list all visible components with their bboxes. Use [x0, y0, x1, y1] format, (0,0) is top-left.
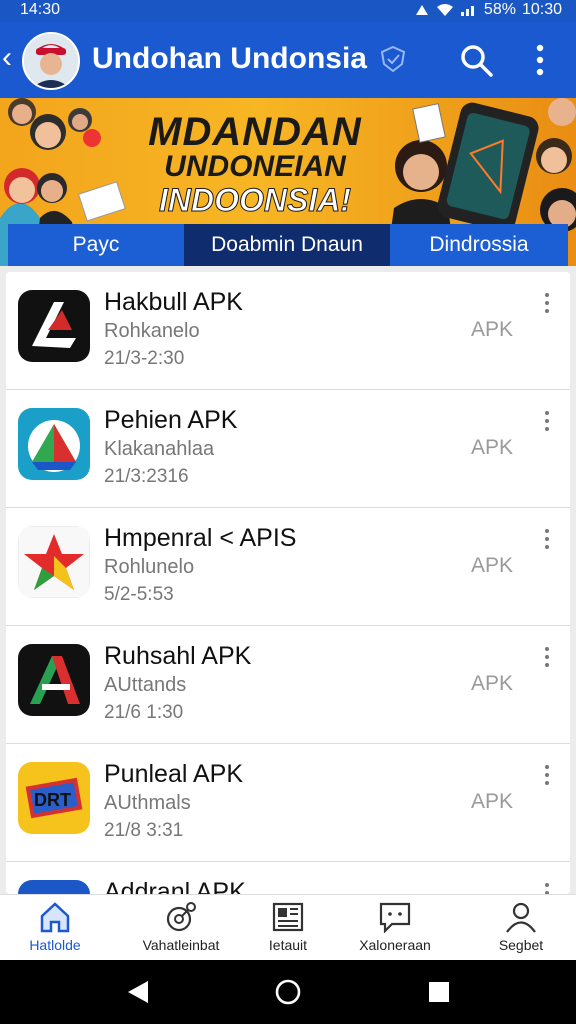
status-time-right: 10:30 [521, 1, 562, 18]
search-icon[interactable] [458, 42, 494, 78]
app-icon-arrow-logo [18, 290, 90, 362]
app-icon-drt-logo: DRT [18, 762, 90, 834]
tab-doabmin-dnaun[interactable]: Doabmin Dnaun [184, 224, 390, 266]
system-navigation-bar [0, 960, 576, 1024]
app-developer: Rohlunelo [104, 556, 195, 578]
tab-bar: Payc Doabmin Dnaun Dindrossia [8, 224, 568, 266]
app-version: 21/3-2:30 [104, 348, 185, 369]
more-options-icon[interactable] [540, 292, 554, 314]
news-icon [272, 902, 304, 932]
app-developer: AUthmals [104, 792, 191, 814]
list-item[interactable]: Hakbull APK Rohkanelo 21/3-2:30 APK [6, 272, 570, 390]
list-item[interactable]: DRT Punleal APK AUthmals 21/8 3:31 APK [6, 744, 570, 862]
app-bar: ‹ Undohan Undonsia [0, 22, 576, 98]
bottom-navigation: Hatlolde Vahatleinbat Ietauit Xaloneraan… [0, 894, 576, 961]
home-circle-icon[interactable] [274, 978, 302, 1006]
app-name: Addranl APK [104, 878, 246, 894]
app-developer: Rohkanelo [104, 320, 200, 342]
more-options-icon[interactable] [540, 410, 554, 432]
nav-item-news[interactable]: Ietauit [233, 901, 343, 953]
app-name: Punleal APK [104, 760, 243, 788]
app-version: 21/6 1:30 [104, 702, 184, 723]
app-icon-star-logo [18, 526, 90, 598]
verified-shield-icon [380, 45, 406, 73]
more-options-icon[interactable] [528, 40, 552, 80]
chat-icon [379, 902, 411, 933]
svg-text:DRT: DRT [34, 790, 71, 810]
app-developer: AUttands [104, 674, 187, 696]
promo-banner[interactable]: MDANDAN UNDONEIAN INDOONSIA! Payc Doabmi… [0, 98, 576, 266]
battery-level: 58% [483, 1, 516, 18]
apk-badge: APK [471, 672, 514, 695]
more-options-icon[interactable] [540, 764, 554, 786]
home-icon [40, 902, 70, 933]
more-options-icon[interactable] [540, 646, 554, 668]
nav-item-profile[interactable]: Segbet [466, 901, 576, 953]
app-version: 21/8 3:31 [104, 820, 184, 841]
nav-label: Hatlolde [29, 937, 81, 953]
app-version: 21/3:2316 [104, 466, 189, 487]
app-list: Hakbull APK Rohkanelo 21/3-2:30 APK Pehi… [6, 272, 570, 894]
nav-label: Segbet [498, 937, 544, 953]
back-triangle-icon[interactable] [126, 979, 150, 1005]
banner-line-3: INDOONSIA! [159, 182, 352, 218]
wifi-icon [436, 4, 453, 16]
banner-headline: MDANDAN UNDONEIAN INDOONSIA! [130, 110, 380, 218]
app-icon-a-logo [18, 644, 90, 716]
nav-label: Vahatleinbat [142, 937, 220, 953]
app-developer: Klakanahlaa [104, 438, 215, 460]
nav-label: Ietauit [268, 937, 308, 953]
nav-label: Xaloneraan [359, 937, 431, 953]
nav-item-satellite[interactable]: Vahatleinbat [126, 901, 236, 953]
back-button[interactable]: ‹ [2, 40, 12, 76]
more-options-icon[interactable] [540, 882, 554, 894]
app-icon-blue-logo [18, 880, 90, 894]
tab-payc[interactable]: Payc [8, 224, 184, 266]
banner-line-1: MDANDAN [148, 110, 362, 154]
status-bar: 14:30 58% 10:30 [0, 0, 576, 22]
app-name: Pehien APK [104, 406, 238, 434]
status-icons: 58% 10:30 [414, 1, 562, 19]
app-icon-triangle-logo [18, 408, 90, 480]
app-name: Hakbull APK [104, 288, 243, 316]
page-title: Undohan Undonsia [92, 42, 367, 75]
status-time-left: 14:30 [20, 1, 61, 18]
apk-badge: APK [471, 318, 514, 341]
banner-line-2: UNDONEIAN [164, 150, 346, 183]
apk-badge: APK [471, 436, 514, 459]
app-name: Hmpenral < APIS [104, 524, 297, 552]
notification-icon [415, 5, 428, 15]
tab-dindrossia[interactable]: Dindrossia [390, 224, 568, 266]
list-item[interactable]: Ruhsahl APK AUttands 21/6 1:30 APK [6, 626, 570, 744]
recents-square-icon[interactable] [428, 981, 450, 1003]
more-options-icon[interactable] [540, 528, 554, 550]
nav-item-home[interactable]: Hatlolde [0, 901, 110, 953]
app-version: 5/2-5:53 [104, 584, 174, 605]
nav-item-chat[interactable]: Xaloneraan [340, 901, 450, 953]
apk-badge: APK [471, 790, 514, 813]
profile-icon [506, 902, 536, 933]
list-item[interactable]: Pehien APK Klakanahlaa 21/3:2316 APK [6, 390, 570, 508]
apk-badge: APK [471, 554, 514, 577]
list-item[interactable]: Hmpenral < APIS Rohlunelo 5/2-5:53 APK [6, 508, 570, 626]
avatar[interactable] [22, 32, 80, 90]
app-name: Ruhsahl APK [104, 642, 252, 670]
satellite-icon [166, 902, 196, 932]
list-item[interactable]: Addranl APK [6, 862, 570, 894]
signal-icon [460, 6, 474, 16]
